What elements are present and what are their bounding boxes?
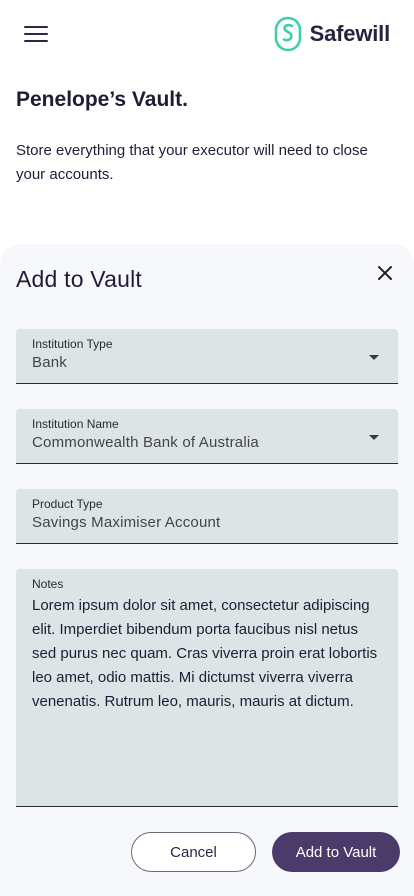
notes-textarea[interactable]: Notes Lorem ipsum dolor sit amet, consec… [16,569,398,807]
product-type-value: Savings Maximiser Account [32,514,221,531]
institution-name-label: Institution Name [32,417,119,431]
notes-label: Notes [32,577,64,591]
cancel-button[interactable]: Cancel [131,832,256,872]
product-type-label: Product Type [32,497,103,511]
hamburger-menu-icon[interactable] [24,26,48,42]
institution-name-value: Commonwealth Bank of Australia [32,434,259,451]
logo-text: Safewill [309,21,391,46]
institution-type-value: Bank [32,354,67,371]
sheet-title: Add to Vault [16,266,143,292]
product-type-field[interactable]: Product Type Savings Maximiser Account [16,489,398,544]
add-to-vault-button[interactable]: Add to Vault [272,832,400,872]
close-icon[interactable] [376,264,394,282]
institution-type-select[interactable]: Institution Type Bank [16,329,398,384]
institution-name-select[interactable]: Institution Name Commonwealth Bank of Au… [16,409,398,464]
chevron-down-icon [369,435,379,440]
add-to-vault-sheet: Add to Vault Institution Type Bank Insti… [0,244,414,896]
page-description: Store everything that your executor will… [16,142,368,183]
top-bar: Safewill [0,0,414,68]
logo[interactable]: Safewill [274,16,390,52]
institution-type-label: Institution Type [32,337,113,351]
notes-value: Lorem ipsum dolor sit amet, consectetur … [32,597,378,710]
chevron-down-icon [369,355,379,360]
page-title: Penelope’s Vault. [16,88,188,111]
safewill-logo-icon [274,16,301,52]
